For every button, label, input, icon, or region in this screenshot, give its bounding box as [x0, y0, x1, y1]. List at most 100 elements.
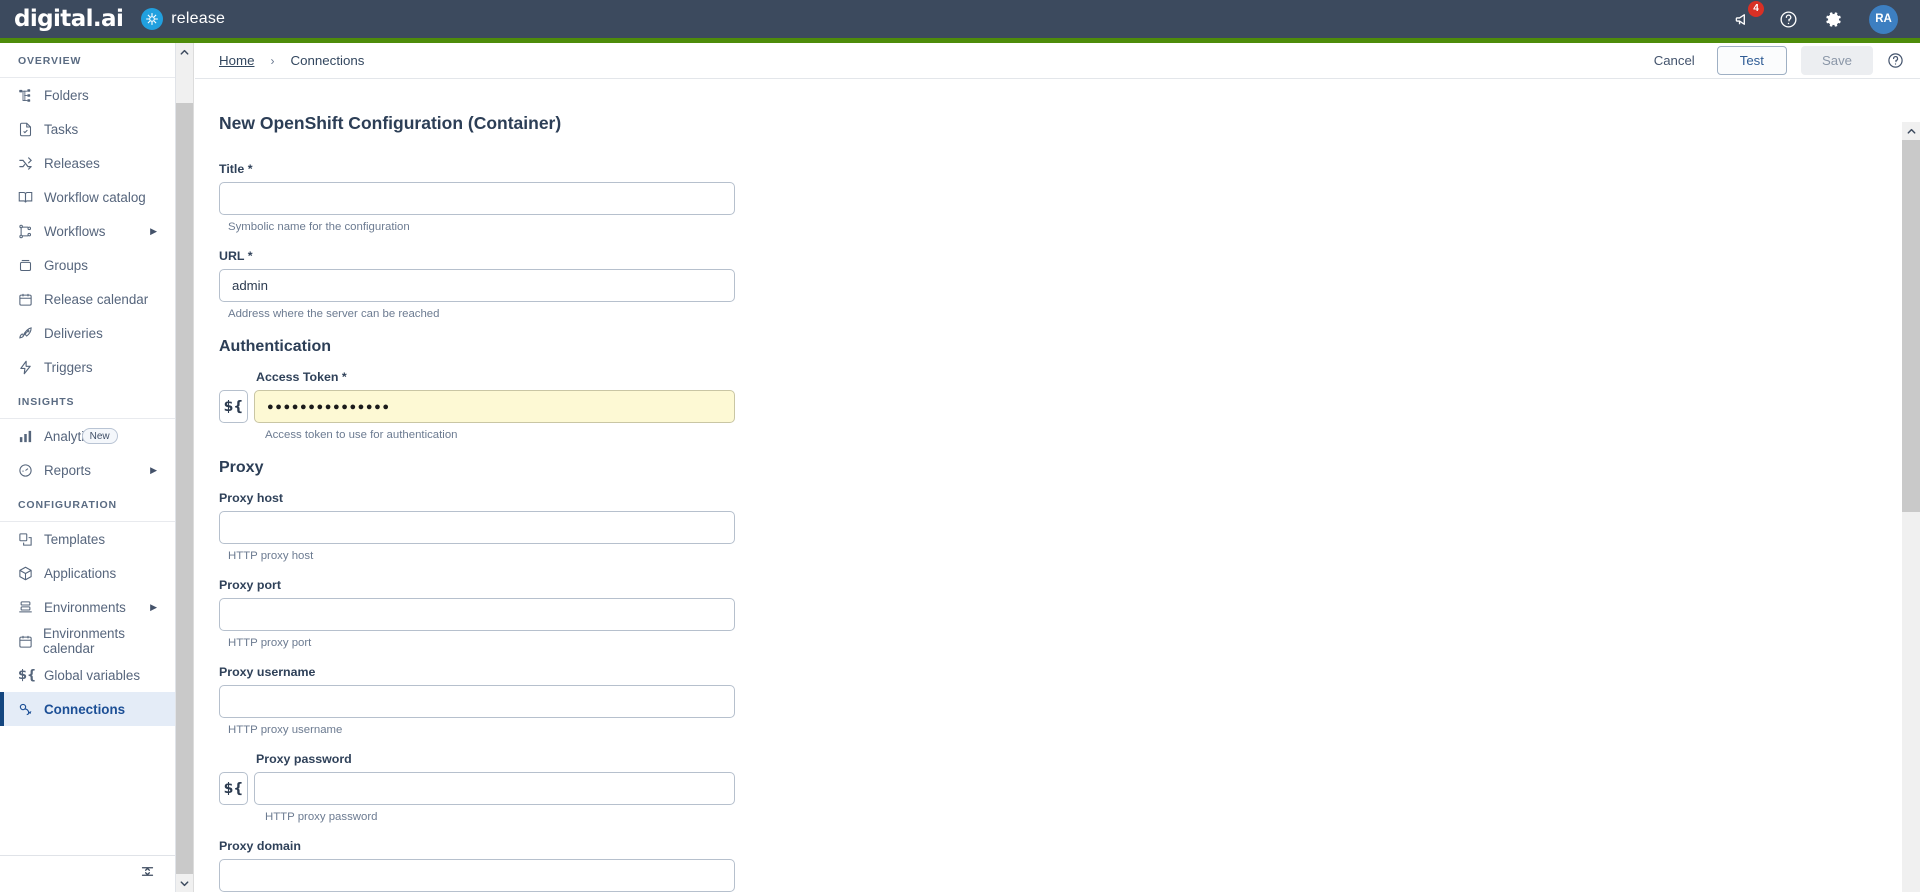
scroll-up-button[interactable]: [176, 43, 193, 61]
sidebar-item-environments-calendar[interactable]: Environments calendar: [0, 624, 175, 658]
product-brand[interactable]: release: [141, 8, 225, 30]
save-button[interactable]: Save: [1800, 46, 1873, 75]
help-circle-icon[interactable]: [1887, 52, 1904, 69]
notification-count-badge: 4: [1748, 0, 1764, 17]
sidebar-scroll-area: OVERVIEW Folders Tasks Releases Workflow…: [0, 43, 175, 855]
sidebar-item-label: Workflows: [44, 223, 106, 239]
sidebar-item-label: Reports: [44, 462, 91, 478]
sidebar-item-label: Groups: [44, 257, 88, 273]
settings-gear-icon[interactable]: [1824, 10, 1843, 29]
sidebar-item-groups[interactable]: Groups: [0, 248, 175, 282]
variable-toggle-button[interactable]: ${: [219, 390, 248, 423]
chevron-right-icon[interactable]: ▶: [150, 465, 157, 476]
sidebar-section-overview: OVERVIEW: [0, 43, 175, 78]
scroll-up-button[interactable]: [1902, 122, 1920, 140]
cube-icon: [18, 566, 44, 581]
sidebar-item-folders[interactable]: Folders: [0, 78, 175, 112]
sidebar-item-label: Deliveries: [44, 325, 103, 341]
breadcrumb-home-link[interactable]: Home: [219, 53, 254, 68]
scrollbar-track[interactable]: [1902, 512, 1920, 892]
scroll-down-button[interactable]: [176, 874, 193, 892]
scrollbar-thumb[interactable]: [176, 103, 193, 874]
tasks-icon: [18, 122, 44, 137]
calendar-icon: [18, 634, 43, 649]
sidebar-item-analytics[interactable]: Analytics New: [0, 419, 175, 453]
form-container: New OpenShift Configuration (Container) …: [195, 79, 1920, 892]
sidebar-item-global-variables[interactable]: ${ Global variables: [0, 658, 175, 692]
sidebar-item-workflow-catalog[interactable]: Workflow catalog: [0, 180, 175, 214]
title-input[interactable]: [219, 182, 735, 215]
scrollbar-thumb[interactable]: [1902, 140, 1920, 512]
sidebar: OVERVIEW Folders Tasks Releases Workflow…: [0, 43, 176, 892]
release-logo-icon: [141, 8, 164, 30]
sidebar-item-label: Releases: [44, 155, 100, 171]
field-label: Access Token *: [256, 370, 347, 384]
field-label: Proxy port: [219, 578, 281, 592]
cancel-button[interactable]: Cancel: [1646, 47, 1703, 74]
sidebar-item-triggers[interactable]: Triggers: [0, 350, 175, 384]
variable-icon: ${: [18, 667, 37, 683]
page-title: New OpenShift Configuration (Container): [219, 113, 562, 133]
sidebar-item-applications[interactable]: Applications: [0, 556, 175, 590]
variable-toggle-button[interactable]: ${: [219, 772, 248, 805]
sidebar-item-templates[interactable]: Templates: [0, 522, 175, 556]
sidebar-scrollbar[interactable]: [176, 43, 194, 892]
field-hint: Symbolic name for the configuration: [228, 221, 410, 233]
sidebar-item-label: Connections: [44, 701, 126, 717]
field-hint: HTTP proxy port: [228, 637, 312, 649]
field-label: Proxy password: [256, 752, 352, 766]
access-token-input[interactable]: ●●●●●●●●●●●●●●●: [254, 390, 735, 423]
url-input[interactable]: [219, 269, 735, 302]
scrollbar-track-upper[interactable]: [176, 61, 193, 103]
sidebar-item-tasks[interactable]: Tasks: [0, 112, 175, 146]
sidebar-item-label: Environments calendar: [43, 626, 125, 656]
calendar-icon: [18, 292, 44, 307]
field-label: Proxy username: [219, 665, 316, 679]
sidebar-item-releases[interactable]: Releases: [0, 146, 175, 180]
groups-icon: [18, 258, 44, 273]
sidebar-item-connections[interactable]: Connections: [0, 692, 175, 726]
field-label: Proxy domain: [219, 839, 301, 853]
test-button[interactable]: Test: [1716, 46, 1787, 75]
proxy-domain-input[interactable]: [219, 859, 735, 892]
book-icon: [18, 190, 44, 205]
chevron-right-icon[interactable]: ▶: [150, 602, 157, 613]
chevron-right-icon[interactable]: ▶: [150, 226, 157, 237]
field-access-token: Access Token * ${ ●●●●●●●●●●●●●●● Access…: [219, 370, 1920, 441]
brand-wordmark[interactable]: digital.ai: [14, 6, 124, 32]
sidebar-item-label: Environments: [44, 599, 126, 615]
sidebar-item-release-calendar[interactable]: Release calendar: [0, 282, 175, 316]
field-proxy-password: Proxy password ${ HTTP proxy password: [219, 752, 1920, 823]
sidebar-item-reports[interactable]: Reports ▶: [0, 453, 175, 487]
field-hint: Address where the server can be reached: [228, 308, 440, 320]
sidebar-footer: [0, 855, 175, 892]
proxy-password-input[interactable]: [254, 772, 735, 805]
field-url: URL * Address where the server can be re…: [219, 249, 1920, 320]
avatar[interactable]: RA: [1869, 4, 1898, 34]
proxy-port-input[interactable]: [219, 598, 735, 631]
breadcrumb-separator: ›: [270, 53, 275, 68]
field-label: Title *: [219, 162, 253, 176]
collapse-icon[interactable]: [140, 864, 155, 884]
gauge-icon: [18, 463, 44, 478]
sidebar-item-environments[interactable]: Environments ▶: [0, 590, 175, 624]
sidebar-item-deliveries[interactable]: Deliveries: [0, 316, 175, 350]
help-icon[interactable]: [1779, 10, 1798, 29]
folders-icon: [18, 88, 44, 103]
templates-icon: [18, 532, 44, 547]
releases-icon: [18, 156, 44, 171]
proxy-host-input[interactable]: [219, 511, 735, 544]
environments-icon: [18, 600, 44, 615]
sidebar-item-label: Folders: [44, 87, 89, 103]
sidebar-item-workflows[interactable]: Workflows ▶: [0, 214, 175, 248]
lightning-icon: [18, 360, 44, 375]
field-hint: HTTP proxy host: [228, 550, 314, 562]
megaphone-icon[interactable]: 4: [1734, 0, 1764, 29]
main-scrollbar[interactable]: [1902, 122, 1920, 892]
field-proxy-domain: Proxy domain: [219, 839, 1920, 892]
proxy-username-input[interactable]: [219, 685, 735, 718]
sidebar-item-label: Workflow catalog: [44, 189, 146, 205]
input-with-variable-row: ${: [219, 772, 1920, 805]
field-proxy-port: Proxy port HTTP proxy port: [219, 578, 1920, 649]
sidebar-section-configuration: CONFIGURATION: [0, 487, 175, 522]
